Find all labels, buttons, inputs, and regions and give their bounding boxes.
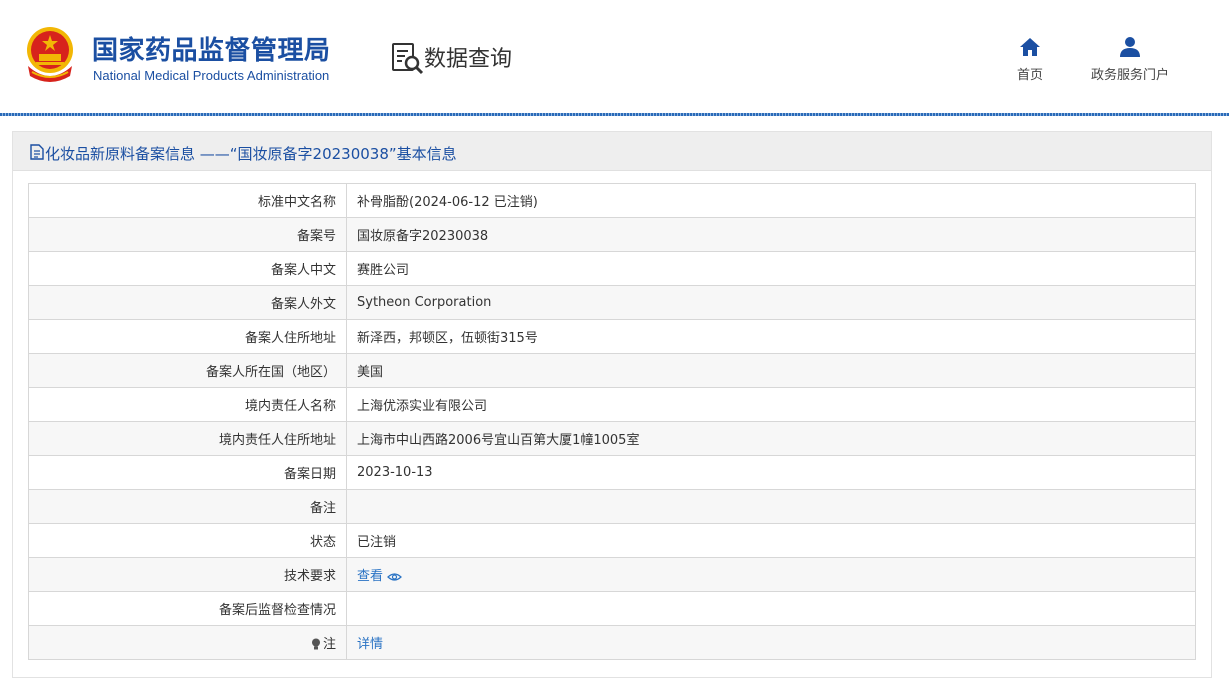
- data-query-icon: [392, 43, 424, 75]
- row-value: 补骨脂酚(2024-06-12 已注销): [346, 183, 1196, 218]
- details-link[interactable]: 详情: [357, 637, 383, 652]
- table-row: 备案人中文 赛胜公司: [28, 251, 1196, 286]
- nav-home-label: 首页: [1016, 68, 1043, 83]
- view-tech-requirements-link[interactable]: 查看: [357, 569, 402, 584]
- row-label: 备案日期: [28, 455, 347, 490]
- eye-icon: [387, 572, 402, 581]
- row-value: [346, 591, 1196, 626]
- row-label: 境内责任人名称: [28, 387, 347, 422]
- table-row: 备案后监督检查情况: [28, 591, 1196, 626]
- header-divider: [0, 113, 1229, 116]
- basic-info-table: 标准中文名称 补骨脂酚(2024-06-12 已注销) 备案号 国妆原备字202…: [28, 183, 1196, 660]
- table-row: 境内责任人名称 上海优添实业有限公司: [28, 387, 1196, 422]
- row-value: [346, 489, 1196, 524]
- row-value: 上海市中山西路2006号宜山百第大厦1幢1005室: [346, 421, 1196, 456]
- home-icon: [1020, 38, 1040, 56]
- org-name-en: National Medical Products Administration: [93, 68, 330, 83]
- row-value: 2023-10-13: [346, 455, 1196, 490]
- data-query-title: 数据查询: [424, 47, 513, 72]
- row-label: 备案号: [28, 217, 347, 252]
- panel-header: 化妆品新原料备案信息 ——“国妆原备字20230038”基本信息: [13, 132, 1211, 171]
- table-row: 标准中文名称 补骨脂酚(2024-06-12 已注销): [28, 183, 1196, 218]
- row-label: 技术要求: [28, 557, 347, 592]
- lightbulb-icon: [311, 638, 320, 650]
- note-label: 注: [322, 637, 336, 652]
- table-row: 备注: [28, 489, 1196, 524]
- row-value: 美国: [346, 353, 1196, 388]
- row-label: 标准中文名称: [28, 183, 347, 218]
- row-label: 备案人外文: [28, 285, 347, 320]
- row-value-cell: 详情: [346, 625, 1196, 660]
- row-label-cell: 注: [28, 625, 347, 660]
- row-value: 上海优添实业有限公司: [346, 387, 1196, 422]
- table-row: 技术要求 查看: [28, 557, 1196, 592]
- table-row: 备案号 国妆原备字20230038: [28, 217, 1196, 252]
- row-label: 备案人住所地址: [28, 319, 347, 354]
- row-label: 境内责任人住所地址: [28, 421, 347, 456]
- nav-service-portal-link[interactable]: 政务服务门户: [1082, 36, 1178, 83]
- table-row: 注 详情: [28, 625, 1196, 660]
- table-row: 备案日期 2023-10-13: [28, 455, 1196, 490]
- row-label: 备注: [28, 489, 347, 524]
- filing-info-panel: 化妆品新原料备案信息 ——“国妆原备字20230038”基本信息 标准中文名称 …: [12, 131, 1212, 678]
- national-emblem-icon: [27, 27, 73, 82]
- nav-service-portal-label: 政务服务门户: [1090, 68, 1169, 83]
- row-value: 赛胜公司: [346, 251, 1196, 286]
- row-label: 状态: [28, 523, 347, 558]
- table-row: 备案人所在国（地区） 美国: [28, 353, 1196, 388]
- org-name-cn: 国家药品监督管理局: [92, 36, 331, 66]
- table-row: 状态 已注销: [28, 523, 1196, 558]
- row-label: 备案人中文: [28, 251, 347, 286]
- panel-title: 化妆品新原料备案信息 ——“国妆原备字20230038”基本信息: [45, 145, 457, 163]
- table-row: 境内责任人住所地址 上海市中山西路2006号宜山百第大厦1幢1005室: [28, 421, 1196, 456]
- row-value: 已注销: [346, 523, 1196, 558]
- row-value: 国妆原备字20230038: [346, 217, 1196, 252]
- view-link-label: 查看: [357, 569, 384, 584]
- nav-home-link[interactable]: 首页: [1012, 36, 1048, 83]
- row-value-cell: 查看: [346, 557, 1196, 592]
- row-label: 备案后监督检查情况: [28, 591, 347, 626]
- row-value: 新泽西，邦顿区，伍顿街315号: [346, 319, 1196, 354]
- user-icon: [1120, 37, 1140, 57]
- table-row: 备案人住所地址 新泽西，邦顿区，伍顿街315号: [28, 319, 1196, 354]
- table-row: 备案人外文 Sytheon Corporation: [28, 285, 1196, 320]
- document-icon: [30, 144, 44, 160]
- site-header: 国家药品监督管理局 National Medical Products Admi…: [0, 0, 1229, 114]
- row-value: Sytheon Corporation: [346, 285, 1196, 320]
- row-label: 备案人所在国（地区）: [28, 353, 347, 388]
